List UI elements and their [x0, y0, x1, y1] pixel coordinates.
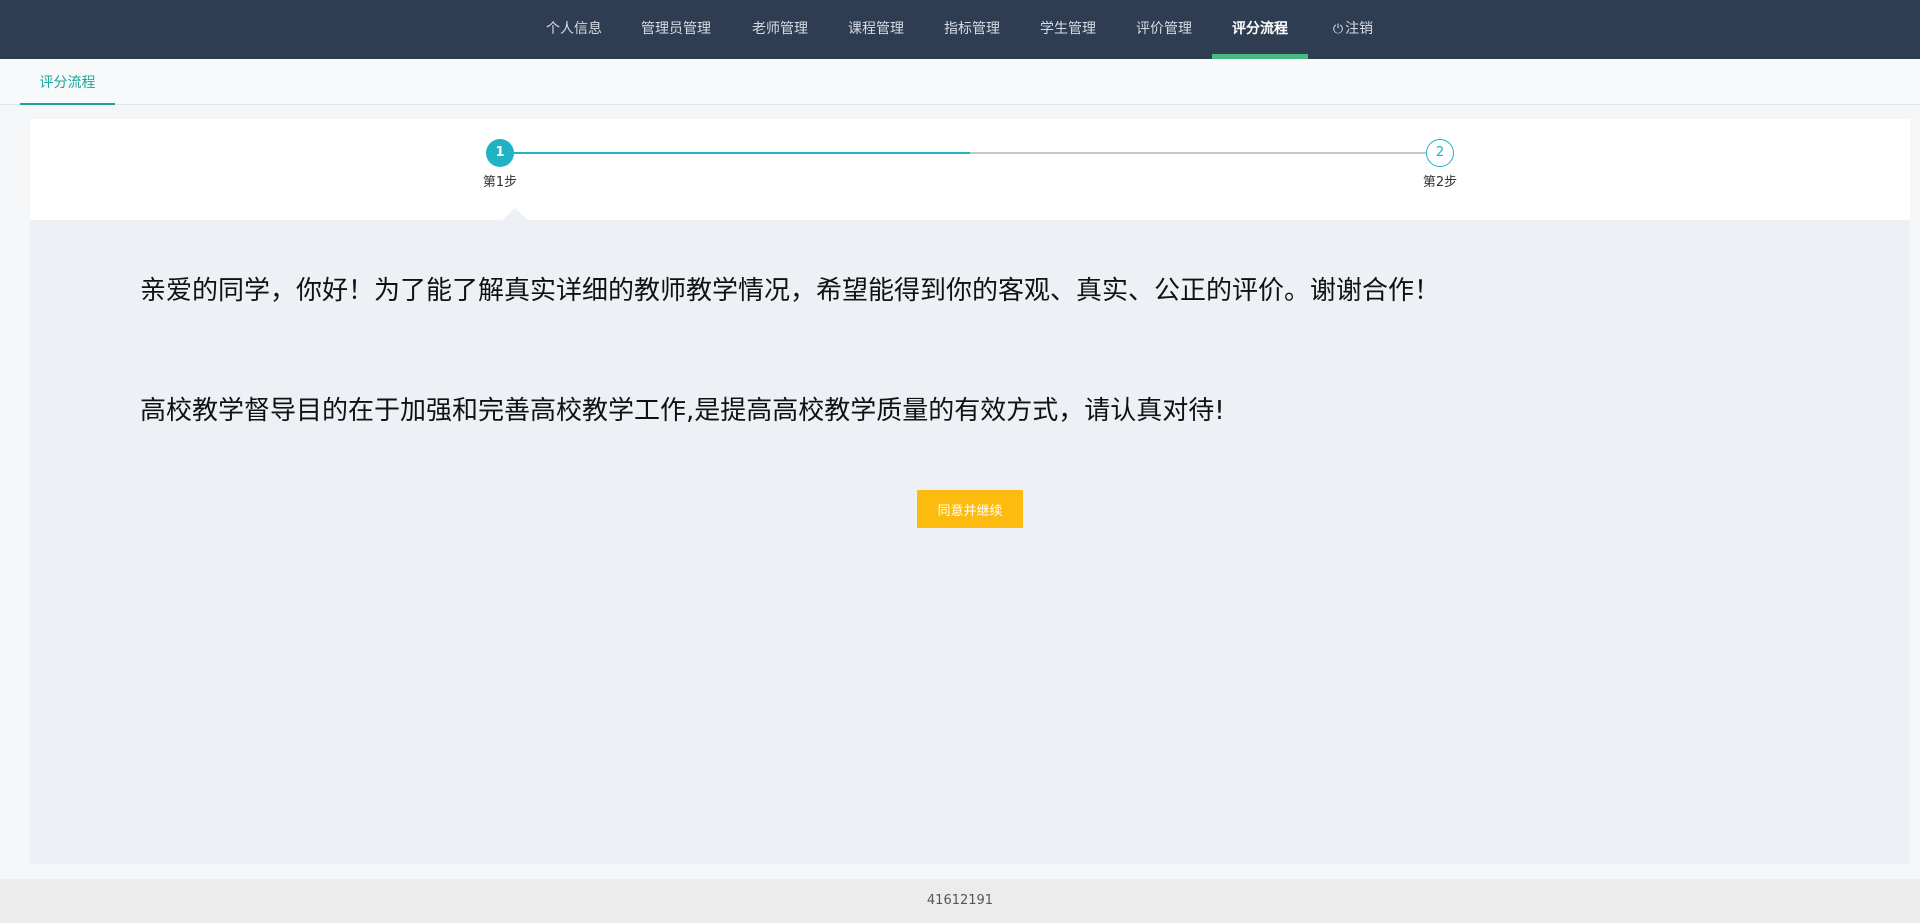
top-navigation-bar: 个人信息 管理员管理 老师管理 课程管理 指标管理 学生管理 评价管理 评分流程…	[0, 0, 1920, 59]
step-2-label: 第2步	[1422, 175, 1458, 190]
step-pointer	[502, 208, 528, 220]
nav-item-evaluation-management[interactable]: 评价管理	[1120, 0, 1208, 59]
nav-item-scoring-process[interactable]: 评分流程	[1212, 0, 1308, 59]
nav-item-label: 指标管理	[944, 21, 1000, 37]
nav-item-student-management[interactable]: 学生管理	[1024, 0, 1112, 59]
notice-paragraph: 高校教学督导目的在于加强和完善高校教学工作,是提高高校教学质量的有效方式，请认真…	[140, 396, 1225, 426]
nav-item-label: 管理员管理	[641, 21, 711, 37]
step-1-circle: 1	[486, 139, 514, 167]
main-panel: 1 第1步 2 第2步 亲爱的同学，你好！为了能了解真实详细的教师教学情况，希望…	[30, 119, 1910, 864]
logout-label: 注销	[1345, 21, 1374, 37]
nav-item-teacher-management[interactable]: 老师管理	[736, 0, 824, 59]
step-progress: 1 第1步 2 第2步	[30, 119, 1910, 220]
nav-item-label: 个人信息	[546, 21, 602, 37]
tab-scoring-process[interactable]: 评分流程	[20, 59, 115, 105]
step-progress-bar	[500, 152, 970, 154]
tab-bar: 评分流程	[0, 59, 1920, 105]
step-content: 亲爱的同学，你好！为了能了解真实详细的教师教学情况，希望能得到你的客观、真实、公…	[30, 208, 1910, 864]
nav-item-label: 评价管理	[1136, 21, 1192, 37]
nav-item-personal-info[interactable]: 个人信息	[532, 0, 616, 59]
intro-paragraph: 亲爱的同学，你好！为了能了解真实详细的教师教学情况，希望能得到你的客观、真实、公…	[140, 276, 1441, 306]
nav-item-label: 评分流程	[1232, 21, 1288, 37]
agree-continue-button[interactable]: 同意并继续	[917, 490, 1023, 528]
step-2-circle: 2	[1426, 139, 1454, 167]
nav-item-course-management[interactable]: 课程管理	[832, 0, 920, 59]
power-icon: ⏻	[1332, 22, 1344, 37]
nav-item-admin-management[interactable]: 管理员管理	[632, 0, 720, 59]
nav-item-label: 课程管理	[848, 21, 904, 37]
logout-button[interactable]: ⏻ 注销	[1320, 0, 1386, 59]
nav-item-label: 学生管理	[1040, 21, 1096, 37]
step-1-label: 第1步	[482, 175, 518, 190]
tab-label: 评分流程	[39, 75, 96, 91]
nav-item-label: 老师管理	[752, 21, 808, 37]
nav-item-indicator-management[interactable]: 指标管理	[928, 0, 1016, 59]
footer: 41612191	[0, 879, 1920, 923]
footer-text: 41612191	[926, 893, 994, 908]
